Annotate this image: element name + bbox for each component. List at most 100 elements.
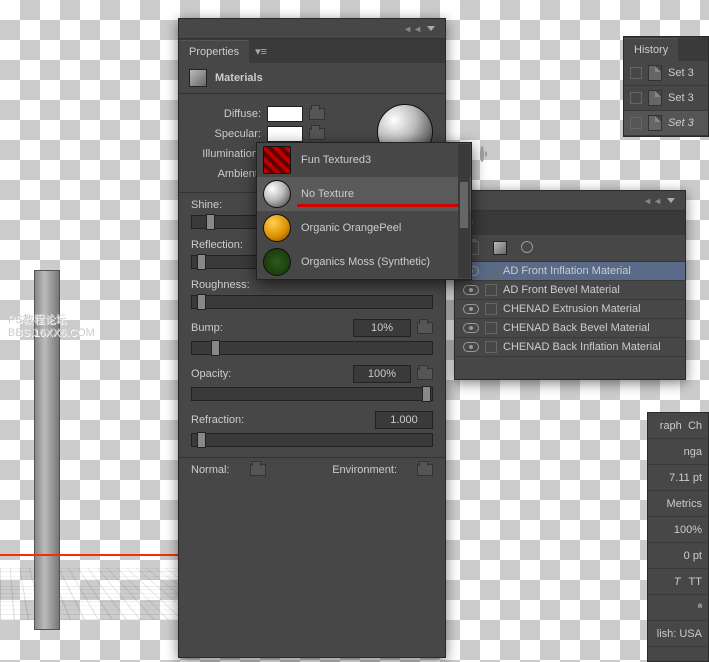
watermark-line1: PS教程论坛 [8,314,95,327]
texture-item-label: Organic OrangePeel [301,222,401,234]
layer-row[interactable]: CHENAD Back Bevel Material [455,319,685,338]
layer-row[interactable]: CHENAD Back Inflation Material [455,338,685,357]
properties-titlebar[interactable]: ◄◄ [179,19,445,39]
layer-row[interactable]: CHENAD Extrusion Material [455,300,685,319]
smallcaps-icon[interactable]: TT [689,576,702,588]
layer-row[interactable]: AD Front Inflation Material [455,262,685,281]
glyph-icon: ª [698,602,702,614]
material-thumb-icon [485,265,497,277]
document-icon [648,115,662,131]
tab-character[interactable]: Ch [688,420,702,432]
refraction-value[interactable]: 1.000 [375,411,433,429]
opacity-texture-button[interactable] [417,368,433,380]
texture-thumb-icon [263,180,291,208]
texture-item-label: No Texture [301,188,354,200]
texture-item-organics-moss[interactable]: Organics Moss (Synthetic) [257,245,471,279]
diffuse-label: Diffuse: [191,108,261,120]
bump-slider[interactable] [191,341,433,355]
language-value[interactable]: lish: USA [657,628,702,640]
texture-item-organic-orangepeel[interactable]: Organic OrangePeel [257,211,471,245]
texture-picker-settings[interactable] [480,148,484,160]
panel-options-icon[interactable]: ▾≡ [249,45,273,58]
specular-swatch[interactable] [267,126,303,142]
collapse-icon[interactable]: ◄◄ [643,196,663,206]
refraction-slider[interactable] [191,433,433,447]
properties-tab[interactable]: Properties [179,40,249,63]
texture-item-no-texture[interactable]: No Texture [257,177,471,211]
roughness-slider[interactable] [191,295,433,309]
diffuse-texture-button[interactable] [309,108,325,120]
history-label: Set 3 [668,117,694,129]
visibility-icon[interactable] [463,304,479,314]
material-layer-list: AD Front Inflation Material AD Front Bev… [455,262,685,357]
environment-label: Environment: [332,464,397,476]
font-family-value[interactable]: nga [684,446,702,458]
texture-picker-scrollbar[interactable] [458,144,470,278]
baseline-value[interactable]: 0 pt [684,550,702,562]
layer-label: AD Front Bevel Material [503,284,620,296]
canvas-3d-scene[interactable] [0,200,200,620]
document-icon [648,90,662,106]
checkbox-icon[interactable] [630,117,642,129]
history-label: Set 3 [668,92,694,104]
bump-value[interactable]: 10% [353,319,411,337]
layer-label: CHENAD Extrusion Material [503,303,641,315]
history-label: Set 3 [668,67,694,79]
history-tab[interactable]: History [624,38,678,61]
baseline-guide [0,554,200,556]
light-icon[interactable] [521,241,533,253]
materials-icon [189,69,207,87]
mesh-icon[interactable] [493,241,507,255]
diffuse-swatch[interactable] [267,106,303,122]
history-row[interactable]: Set 3 [624,111,708,136]
layer-label: AD Front Inflation Material [503,265,631,277]
material-thumb-icon [485,322,497,334]
visibility-icon[interactable] [463,285,479,295]
materials-header: Materials [179,63,445,94]
history-row[interactable]: Set 3 [624,86,708,111]
normal-label: Normal: [191,464,230,476]
texture-thumb-icon [263,248,291,276]
italic-icon[interactable]: T [674,576,681,588]
opacity-slider[interactable] [191,387,433,401]
environment-texture-button[interactable] [417,464,433,476]
properties-tabheader: Properties ▾≡ [179,39,445,63]
glyph-row[interactable]: ª [648,595,708,621]
material-thumb-icon [485,303,497,315]
texture-item-fun-textured3[interactable]: Fun Textured3 [257,143,471,177]
history-panel: History Set 3 Set 3 Set 3 [623,36,709,137]
gear-icon [480,146,484,162]
normal-texture-button[interactable] [250,464,266,476]
layers-titlebar[interactable]: ◄◄ [455,191,685,211]
history-row[interactable]: Set 3 [624,61,708,86]
roughness-label: Roughness: [191,279,433,291]
refraction-label: Refraction: [191,414,244,426]
opacity-value[interactable]: 100% [353,365,411,383]
panel-menu-icon[interactable] [427,26,435,31]
visibility-icon[interactable] [463,323,479,333]
material-thumb-icon [485,341,497,353]
tab-paragraph[interactable]: raph [660,420,682,432]
bump-label: Bump: [191,322,223,334]
materials-title: Materials [215,72,263,84]
watermark: PS教程论坛 BBS.16XX6.COM [8,314,95,340]
texture-item-label: Organics Moss (Synthetic) [301,256,430,268]
collapse-icon[interactable]: ◄◄ [403,24,423,34]
font-size-value[interactable]: 7.11 pt [669,472,702,484]
layers-tabheader: ▾≡ [455,211,685,235]
layer-row[interactable]: AD Front Bevel Material [455,281,685,300]
visibility-icon[interactable] [463,342,479,352]
highlight-underline [297,204,461,207]
specular-texture-button[interactable] [309,128,325,140]
panel-menu-icon[interactable] [667,198,675,203]
material-thumb-icon [485,284,497,296]
checkbox-icon[interactable] [630,92,642,104]
bump-texture-button[interactable] [417,322,433,334]
specular-label: Specular: [191,128,261,140]
checkbox-icon[interactable] [630,67,642,79]
texture-thumb-icon [263,146,291,174]
texture-thumb-icon [263,214,291,242]
layer-label: CHENAD Back Bevel Material [503,322,650,334]
kerning-value[interactable]: Metrics [667,498,702,510]
scale-value[interactable]: 100% [674,524,702,536]
